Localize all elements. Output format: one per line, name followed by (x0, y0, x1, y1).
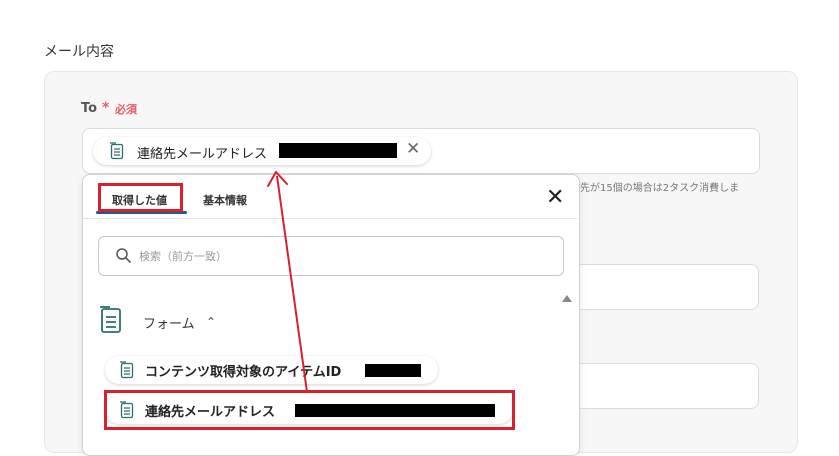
chevron-up-icon[interactable]: ⌃ (206, 315, 216, 329)
tab-divider (83, 218, 577, 219)
scroll-up-arrow-icon[interactable] (562, 295, 572, 302)
redacted-value (365, 364, 421, 377)
tab-basic-info[interactable]: 基本情報 (203, 192, 247, 208)
search-field[interactable] (98, 236, 564, 276)
document-list-icon (109, 142, 125, 164)
group-label-form[interactable]: フォーム (143, 313, 195, 332)
to-variable-token[interactable]: 連絡先メールアドレス ✕ (93, 137, 431, 165)
search-icon (115, 247, 131, 267)
search-input[interactable] (137, 245, 541, 267)
background-input-field[interactable] (580, 363, 759, 409)
required-asterisk: * (102, 100, 110, 116)
to-field-label: To (81, 101, 98, 116)
close-icon[interactable]: ✕ (546, 185, 564, 211)
background-input-field[interactable] (580, 264, 759, 310)
token-label: 連絡先メールアドレス (137, 147, 268, 162)
helper-text: 先が15個の場合は2タスク消費しま (580, 183, 740, 194)
form-group-icon (98, 305, 124, 339)
section-title: メール内容 (44, 44, 114, 60)
item-label: コンテンツ取得対象のアイテムID (145, 365, 342, 380)
document-list-icon (119, 361, 135, 383)
required-label: 必須 (115, 103, 137, 116)
highlight-box-item (104, 390, 515, 430)
list-item[interactable]: コンテンツ取得対象のアイテムID (105, 356, 438, 384)
token-remove-icon[interactable]: ✕ (406, 139, 420, 159)
redacted-value (279, 143, 397, 158)
highlight-box-tab (98, 183, 183, 212)
